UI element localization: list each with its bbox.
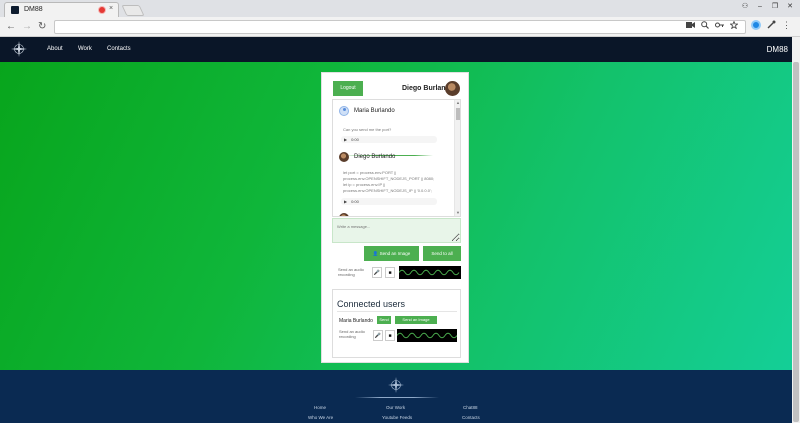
audio-player[interactable]: ▶ 0:00 [341, 136, 437, 143]
extension-icons: ⋮ [751, 20, 791, 31]
connected-user-name: Maria Burlando [339, 318, 373, 324]
recording-indicator-icon [99, 7, 105, 13]
user-photo-avatar [339, 152, 349, 162]
recording-label: Send an audio recording [339, 329, 365, 339]
browser-tabstrip: DM88 × ⚇ – ❐ ✕ [0, 0, 800, 17]
connected-users-panel: Connected users Maria Burlando Send Send… [332, 289, 461, 358]
chat-scroll-thumb[interactable] [456, 108, 460, 120]
divider [337, 311, 457, 312]
footer-link-contacts[interactable]: Contacts [462, 415, 480, 420]
user-photo-avatar [339, 213, 349, 216]
site-favicon-icon [11, 6, 19, 14]
restore-button[interactable]: ❐ [769, 2, 781, 12]
message-input[interactable] [332, 218, 461, 243]
footer-link-home[interactable]: Home [314, 405, 326, 410]
audio-time: 0:00 [351, 137, 359, 142]
address-bar[interactable] [54, 20, 746, 34]
new-tab-button[interactable] [121, 5, 145, 16]
message-text: Can you send me the port? [343, 127, 392, 132]
window-controls: ⚇ – ❐ ✕ [739, 2, 796, 12]
footer-link-who-we-are[interactable]: Who We Are [308, 415, 333, 420]
compass-logo-icon[interactable] [11, 41, 27, 57]
audio-waveform [397, 329, 457, 342]
current-user-avatar [445, 81, 460, 96]
code-line: process.env.OPENSHIFT_NODEJS_IP || '0.0.… [343, 188, 432, 193]
key-icon[interactable] [715, 21, 724, 29]
audio-waveform [399, 266, 461, 279]
microphone-button[interactable]: 🎤 [373, 330, 383, 341]
eyedropper-icon[interactable] [767, 20, 776, 29]
back-button[interactable]: ← [6, 21, 16, 33]
site-footer: Home Who We Are Our Work Youtube Feeds C… [0, 370, 792, 423]
microphone-button[interactable]: 🎤 [372, 267, 382, 278]
chat-messages[interactable]: Maria Burlando Can you send me the port?… [332, 99, 461, 217]
send-image-button[interactable]: 👤 Send an Image [364, 246, 419, 261]
reload-button[interactable]: ↻ [38, 21, 46, 33]
nav-link-about[interactable]: About [47, 46, 63, 52]
play-icon[interactable]: ▶ [344, 137, 347, 142]
forward-button[interactable]: → [22, 21, 32, 33]
footer-link-chat[interactable]: Chat88 [463, 405, 478, 410]
footer-link-youtube-feeds[interactable]: Youtube Feeds [382, 415, 412, 420]
logout-button[interactable]: Logout [333, 81, 363, 96]
minimize-button[interactable]: – [754, 2, 766, 12]
recording-label: Send an audio recording [338, 267, 364, 277]
send-to-user-button[interactable]: Send [377, 316, 391, 324]
connected-users-title: Connected users [337, 299, 406, 309]
omnibox-icons [686, 21, 738, 29]
tab-title: DM88 [24, 6, 43, 13]
page-scrollbar[interactable] [792, 37, 800, 423]
play-icon[interactable]: ▶ [344, 199, 347, 204]
message-header: Diego Burlando [339, 152, 395, 162]
footer-link-our-work[interactable]: Our Work [386, 405, 405, 410]
navbar-brand[interactable]: DM88 [767, 45, 788, 54]
camera-icon[interactable] [686, 21, 695, 29]
chat-panel: Logout Diego Burlando Maria Burlando Can… [321, 72, 469, 363]
close-window-button[interactable]: ✕ [784, 2, 796, 12]
profile-icon[interactable]: ⚇ [739, 2, 751, 12]
message-author: Maria Burlando [354, 108, 395, 114]
zoom-icon[interactable] [701, 21, 709, 29]
footer-divider [355, 397, 439, 398]
send-image-to-user-button[interactable]: Send an Image [395, 316, 437, 324]
message-code-text: let port = process.env.PORT || process.e… [343, 170, 438, 194]
message-author: Diego Burlando [354, 154, 396, 160]
site-navbar: About Work Contacts DM88 [0, 37, 800, 62]
nav-link-contacts[interactable]: Contacts [107, 46, 131, 52]
scroll-down-icon[interactable]: ▼ [456, 210, 460, 215]
send-to-all-button[interactable]: Send to all [423, 246, 461, 261]
chat-scrollbar[interactable]: ▲ ▼ [454, 100, 460, 216]
stop-button[interactable]: ■ [385, 267, 395, 278]
tab-close-button[interactable]: × [109, 5, 113, 12]
send-image-label: Send an Image [379, 251, 411, 256]
audio-time: 0:00 [351, 199, 359, 204]
nav-link-work[interactable]: Work [78, 46, 92, 52]
star-icon[interactable] [730, 21, 738, 29]
stop-button[interactable]: ■ [385, 330, 395, 341]
browser-menu-icon[interactable]: ⋮ [782, 20, 791, 31]
extension-icon[interactable] [751, 20, 761, 30]
page-scroll-thumb[interactable] [793, 62, 799, 422]
compass-logo-icon [388, 377, 404, 393]
browser-toolbar: ← → ↻ ⋮ [0, 17, 800, 37]
default-avatar-icon [339, 106, 349, 116]
browser-tab[interactable]: DM88 × [4, 2, 119, 17]
scroll-up-icon[interactable]: ▲ [456, 100, 460, 105]
person-icon: 👤 [372, 251, 379, 256]
message-header: Maria Burlando [339, 106, 395, 116]
audio-player[interactable]: ▶ 0:00 [341, 198, 437, 205]
